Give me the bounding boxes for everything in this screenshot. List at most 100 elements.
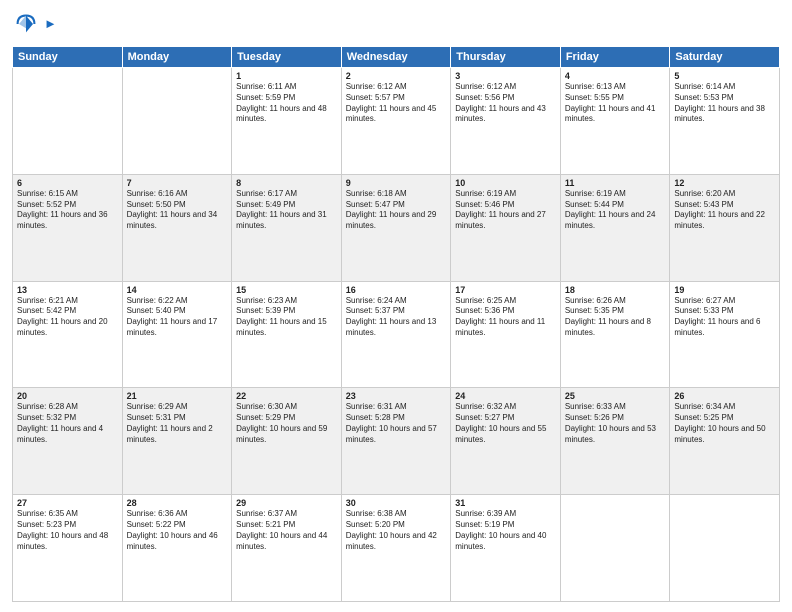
cell-content: Sunrise: 6:14 AMSunset: 5:53 PMDaylight:…: [674, 82, 775, 125]
day-header-sunday: Sunday: [13, 47, 123, 68]
calendar-cell: 11Sunrise: 6:19 AMSunset: 5:44 PMDayligh…: [560, 174, 670, 281]
day-number: 8: [236, 178, 337, 188]
cell-content: Sunrise: 6:38 AMSunset: 5:20 PMDaylight:…: [346, 509, 447, 552]
calendar-cell: 29Sunrise: 6:37 AMSunset: 5:21 PMDayligh…: [232, 495, 342, 602]
cell-content: Sunrise: 6:19 AMSunset: 5:44 PMDaylight:…: [565, 189, 666, 232]
day-number: 26: [674, 391, 775, 401]
cell-content: Sunrise: 6:23 AMSunset: 5:39 PMDaylight:…: [236, 296, 337, 339]
calendar-cell: [122, 68, 232, 175]
day-number: 29: [236, 498, 337, 508]
calendar-week-5: 27Sunrise: 6:35 AMSunset: 5:23 PMDayligh…: [13, 495, 780, 602]
cell-content: Sunrise: 6:31 AMSunset: 5:28 PMDaylight:…: [346, 402, 447, 445]
day-number: 31: [455, 498, 556, 508]
day-number: 9: [346, 178, 447, 188]
cell-content: Sunrise: 6:34 AMSunset: 5:25 PMDaylight:…: [674, 402, 775, 445]
day-number: 11: [565, 178, 666, 188]
calendar-cell: 26Sunrise: 6:34 AMSunset: 5:25 PMDayligh…: [670, 388, 780, 495]
calendar-cell: 27Sunrise: 6:35 AMSunset: 5:23 PMDayligh…: [13, 495, 123, 602]
calendar-week-4: 20Sunrise: 6:28 AMSunset: 5:32 PMDayligh…: [13, 388, 780, 495]
calendar-cell: 28Sunrise: 6:36 AMSunset: 5:22 PMDayligh…: [122, 495, 232, 602]
day-number: 13: [17, 285, 118, 295]
cell-content: Sunrise: 6:37 AMSunset: 5:21 PMDaylight:…: [236, 509, 337, 552]
day-header-tuesday: Tuesday: [232, 47, 342, 68]
calendar-cell: 1Sunrise: 6:11 AMSunset: 5:59 PMDaylight…: [232, 68, 342, 175]
calendar-cell: [560, 495, 670, 602]
day-number: 5: [674, 71, 775, 81]
logo-blue-icon: ►: [44, 16, 57, 31]
day-number: 28: [127, 498, 228, 508]
logo-icon: [12, 10, 40, 38]
cell-content: Sunrise: 6:15 AMSunset: 5:52 PMDaylight:…: [17, 189, 118, 232]
calendar-cell: 20Sunrise: 6:28 AMSunset: 5:32 PMDayligh…: [13, 388, 123, 495]
day-number: 21: [127, 391, 228, 401]
day-number: 23: [346, 391, 447, 401]
day-number: 4: [565, 71, 666, 81]
calendar-cell: 10Sunrise: 6:19 AMSunset: 5:46 PMDayligh…: [451, 174, 561, 281]
day-number: 20: [17, 391, 118, 401]
day-number: 16: [346, 285, 447, 295]
calendar-cell: 4Sunrise: 6:13 AMSunset: 5:55 PMDaylight…: [560, 68, 670, 175]
day-number: 3: [455, 71, 556, 81]
cell-content: Sunrise: 6:22 AMSunset: 5:40 PMDaylight:…: [127, 296, 228, 339]
day-number: 7: [127, 178, 228, 188]
cell-content: Sunrise: 6:36 AMSunset: 5:22 PMDaylight:…: [127, 509, 228, 552]
cell-content: Sunrise: 6:33 AMSunset: 5:26 PMDaylight:…: [565, 402, 666, 445]
calendar-cell: 23Sunrise: 6:31 AMSunset: 5:28 PMDayligh…: [341, 388, 451, 495]
day-number: 10: [455, 178, 556, 188]
calendar-cell: [13, 68, 123, 175]
day-number: 22: [236, 391, 337, 401]
day-number: 24: [455, 391, 556, 401]
day-header-thursday: Thursday: [451, 47, 561, 68]
cell-content: Sunrise: 6:21 AMSunset: 5:42 PMDaylight:…: [17, 296, 118, 339]
calendar-table: SundayMondayTuesdayWednesdayThursdayFrid…: [12, 46, 780, 602]
calendar-cell: 7Sunrise: 6:16 AMSunset: 5:50 PMDaylight…: [122, 174, 232, 281]
calendar-cell: 14Sunrise: 6:22 AMSunset: 5:40 PMDayligh…: [122, 281, 232, 388]
cell-content: Sunrise: 6:16 AMSunset: 5:50 PMDaylight:…: [127, 189, 228, 232]
cell-content: Sunrise: 6:39 AMSunset: 5:19 PMDaylight:…: [455, 509, 556, 552]
cell-content: Sunrise: 6:29 AMSunset: 5:31 PMDaylight:…: [127, 402, 228, 445]
calendar-cell: 6Sunrise: 6:15 AMSunset: 5:52 PMDaylight…: [13, 174, 123, 281]
day-number: 15: [236, 285, 337, 295]
cell-content: Sunrise: 6:35 AMSunset: 5:23 PMDaylight:…: [17, 509, 118, 552]
calendar-cell: 12Sunrise: 6:20 AMSunset: 5:43 PMDayligh…: [670, 174, 780, 281]
day-number: 18: [565, 285, 666, 295]
calendar-week-3: 13Sunrise: 6:21 AMSunset: 5:42 PMDayligh…: [13, 281, 780, 388]
day-header-friday: Friday: [560, 47, 670, 68]
cell-content: Sunrise: 6:12 AMSunset: 5:56 PMDaylight:…: [455, 82, 556, 125]
calendar-cell: 16Sunrise: 6:24 AMSunset: 5:37 PMDayligh…: [341, 281, 451, 388]
calendar-cell: 18Sunrise: 6:26 AMSunset: 5:35 PMDayligh…: [560, 281, 670, 388]
calendar-cell: 2Sunrise: 6:12 AMSunset: 5:57 PMDaylight…: [341, 68, 451, 175]
calendar-cell: 15Sunrise: 6:23 AMSunset: 5:39 PMDayligh…: [232, 281, 342, 388]
cell-content: Sunrise: 6:25 AMSunset: 5:36 PMDaylight:…: [455, 296, 556, 339]
calendar-cell: 24Sunrise: 6:32 AMSunset: 5:27 PMDayligh…: [451, 388, 561, 495]
cell-content: Sunrise: 6:24 AMSunset: 5:37 PMDaylight:…: [346, 296, 447, 339]
day-number: 25: [565, 391, 666, 401]
cell-content: Sunrise: 6:28 AMSunset: 5:32 PMDaylight:…: [17, 402, 118, 445]
cell-content: Sunrise: 6:20 AMSunset: 5:43 PMDaylight:…: [674, 189, 775, 232]
cell-content: Sunrise: 6:12 AMSunset: 5:57 PMDaylight:…: [346, 82, 447, 125]
calendar-cell: 8Sunrise: 6:17 AMSunset: 5:49 PMDaylight…: [232, 174, 342, 281]
cell-content: Sunrise: 6:27 AMSunset: 5:33 PMDaylight:…: [674, 296, 775, 339]
calendar-cell: 21Sunrise: 6:29 AMSunset: 5:31 PMDayligh…: [122, 388, 232, 495]
calendar-cell: 9Sunrise: 6:18 AMSunset: 5:47 PMDaylight…: [341, 174, 451, 281]
calendar-week-1: 1Sunrise: 6:11 AMSunset: 5:59 PMDaylight…: [13, 68, 780, 175]
logo-text: ►: [44, 17, 57, 31]
calendar-cell: 30Sunrise: 6:38 AMSunset: 5:20 PMDayligh…: [341, 495, 451, 602]
header: ►: [12, 10, 780, 38]
calendar-cell: 31Sunrise: 6:39 AMSunset: 5:19 PMDayligh…: [451, 495, 561, 602]
day-header-monday: Monday: [122, 47, 232, 68]
calendar-cell: 19Sunrise: 6:27 AMSunset: 5:33 PMDayligh…: [670, 281, 780, 388]
calendar-cell: 25Sunrise: 6:33 AMSunset: 5:26 PMDayligh…: [560, 388, 670, 495]
calendar-cell: [670, 495, 780, 602]
cell-content: Sunrise: 6:32 AMSunset: 5:27 PMDaylight:…: [455, 402, 556, 445]
day-number: 17: [455, 285, 556, 295]
calendar-cell: 13Sunrise: 6:21 AMSunset: 5:42 PMDayligh…: [13, 281, 123, 388]
cell-content: Sunrise: 6:11 AMSunset: 5:59 PMDaylight:…: [236, 82, 337, 125]
cell-content: Sunrise: 6:30 AMSunset: 5:29 PMDaylight:…: [236, 402, 337, 445]
calendar-cell: 22Sunrise: 6:30 AMSunset: 5:29 PMDayligh…: [232, 388, 342, 495]
cell-content: Sunrise: 6:26 AMSunset: 5:35 PMDaylight:…: [565, 296, 666, 339]
day-number: 14: [127, 285, 228, 295]
day-number: 2: [346, 71, 447, 81]
day-header-wednesday: Wednesday: [341, 47, 451, 68]
calendar-cell: 5Sunrise: 6:14 AMSunset: 5:53 PMDaylight…: [670, 68, 780, 175]
